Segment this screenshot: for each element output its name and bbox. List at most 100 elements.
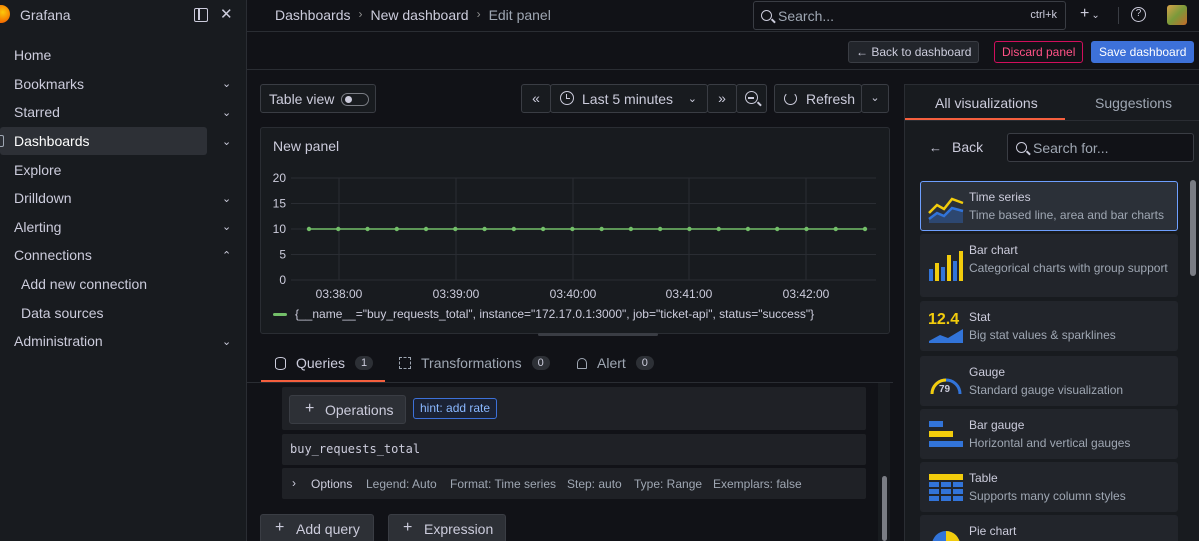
query-options-row[interactable]: › Options Legend: Auto Format: Time seri… xyxy=(282,468,866,499)
help-icon[interactable]: ? xyxy=(1131,7,1146,22)
viz-item-time-series[interactable]: Time series Time based line, area and ba… xyxy=(920,181,1178,231)
chevron-right-icon[interactable]: › xyxy=(292,476,296,490)
back-to-dashboard-button[interactable]: ← Back to dashboard xyxy=(848,41,980,63)
breadcrumb-dashboards[interactable]: Dashboards xyxy=(275,7,351,23)
top-bar: Dashboards › New dashboard › Edit panel … xyxy=(247,0,1199,32)
expression-label: Expression xyxy=(424,521,494,537)
refresh-button[interactable]: Refresh xyxy=(774,84,862,113)
y-tick-label: 15 xyxy=(273,197,287,211)
dashboards-icon xyxy=(0,135,4,148)
refresh-interval-dropdown[interactable]: ⌄ xyxy=(861,84,889,113)
breadcrumb-separator-icon: › xyxy=(476,7,481,21)
toggle-switch[interactable] xyxy=(341,93,369,106)
tab-all-visualizations[interactable]: All visualizations xyxy=(935,95,1038,111)
add-query-button[interactable]: + Add query xyxy=(260,514,374,541)
viz-item-gauge[interactable]: 79 Gauge Standard gauge visualization xyxy=(920,356,1178,406)
edit-actions-bar: ← Back to dashboard Discard panel Save d… xyxy=(247,32,1199,70)
hint-add-rate-button[interactable]: hint: add rate xyxy=(413,398,498,419)
chevron-down-icon[interactable]: ⌄ xyxy=(222,77,231,90)
data-point xyxy=(628,226,634,232)
viz-item-stat[interactable]: 12.4 Stat Big stat values & sparklines xyxy=(920,301,1178,351)
viz-item-bar-chart[interactable]: Bar chart Categorical charts with group … xyxy=(920,234,1178,297)
option-exemplars: Exemplars: false xyxy=(713,477,802,491)
data-point xyxy=(365,226,370,232)
query-expression-field[interactable]: buy_requests_total xyxy=(282,434,866,465)
sidebar-item-add-new-connection[interactable]: Add new connection xyxy=(0,270,247,299)
data-point xyxy=(599,226,604,232)
tab-queries[interactable]: Queries 1 xyxy=(275,355,374,371)
viz-item-pie-chart[interactable]: Pie chart xyxy=(920,515,1178,541)
time-shift-back-button[interactable]: « xyxy=(521,84,551,113)
chart-legend[interactable]: {__name__="buy_requests_total", instance… xyxy=(273,307,814,321)
viz-item-table[interactable]: Table Supports many column styles xyxy=(920,462,1178,512)
tab-suggestions[interactable]: Suggestions xyxy=(1095,95,1172,111)
x-tick-label: 03:41:00 xyxy=(666,287,713,301)
tab-alert[interactable]: Alert 0 xyxy=(577,355,654,371)
search-input[interactable]: Search... ctrl+k xyxy=(753,1,1066,30)
sidebar-item-starred[interactable]: Starred ⌄ xyxy=(0,98,247,127)
sidebar-item-label: Alerting xyxy=(14,218,62,235)
data-point xyxy=(716,226,721,232)
operations-button[interactable]: + Operations xyxy=(289,395,406,424)
discard-panel-button[interactable]: Discard panel xyxy=(994,41,1084,63)
dock-menu-icon[interactable] xyxy=(194,8,208,22)
chevron-down-icon[interactable]: ⌄ xyxy=(222,192,231,205)
options-label[interactable]: Options xyxy=(311,477,352,491)
sidebar-item-bookmarks[interactable]: Bookmarks ⌄ xyxy=(0,70,247,99)
bell-icon xyxy=(577,357,587,369)
table-view-toggle[interactable]: Table view xyxy=(260,84,376,113)
chevron-down-icon[interactable]: ⌄ xyxy=(222,106,231,119)
sidebar-item-dashboards[interactable]: Dashboards ⌄ xyxy=(0,126,231,156)
sidebar-item-explore[interactable]: Explore xyxy=(0,155,247,184)
sidebar-item-connections[interactable]: Connections ⌃ xyxy=(0,241,247,270)
visualization-search-input[interactable]: Search for... xyxy=(1007,133,1194,162)
chevron-down-icon: ⌄ xyxy=(1091,10,1100,21)
expression-button[interactable]: + Expression xyxy=(388,514,506,541)
breadcrumb-new-dashboard[interactable]: New dashboard xyxy=(371,7,469,23)
chevrons-left-icon: « xyxy=(532,90,540,106)
data-point xyxy=(306,226,312,232)
panel-preview[interactable]: New panel 20 15 10 5 0 03:38:00 03:39:00 03:40:… xyxy=(260,127,890,334)
viz-item-bar-gauge[interactable]: Bar gauge Horizontal and vertical gauges xyxy=(920,409,1178,459)
viz-item-desc: Supports many column styles xyxy=(969,489,1126,503)
sidebar-item-administration[interactable]: Administration ⌄ xyxy=(0,327,247,356)
chevron-down-icon[interactable]: ⌄ xyxy=(222,335,231,348)
back-button[interactable]: ← Back xyxy=(929,139,983,155)
grafana-logo-icon[interactable] xyxy=(0,5,10,23)
zoom-out-button[interactable] xyxy=(736,84,767,113)
data-point xyxy=(570,226,575,232)
chevron-down-icon[interactable]: ⌄ xyxy=(222,220,231,233)
save-dashboard-button[interactable]: Save dashboard xyxy=(1091,41,1195,63)
panel-resize-handle[interactable] xyxy=(538,333,658,336)
visualization-picker: All visualizations Suggestions ← Back Sea… xyxy=(904,84,1199,541)
data-point xyxy=(336,226,341,232)
sidebar-item-data-sources[interactable]: Data sources xyxy=(0,298,247,327)
close-menu-icon[interactable]: ✕ xyxy=(220,5,233,23)
time-range-picker[interactable]: Last 5 minutes ⌄ xyxy=(550,84,708,113)
chevron-up-icon[interactable]: ⌃ xyxy=(222,249,231,262)
sidebar-item-label: Explore xyxy=(14,161,62,178)
bar-chart-icon xyxy=(929,251,963,281)
data-point xyxy=(804,226,809,232)
sidebar-item-drilldown[interactable]: Drilldown ⌄ xyxy=(0,184,247,213)
data-point xyxy=(833,226,838,232)
time-series-chart[interactable]: 20 15 10 5 0 03:38:00 03:39:00 03:40:00 03:41:00… xyxy=(261,128,891,308)
plus-icon: + xyxy=(1080,5,1090,22)
time-shift-forward-button[interactable]: » xyxy=(707,84,737,113)
chevrons-right-icon: » xyxy=(718,90,726,106)
new-menu-button[interactable]: + ⌄ xyxy=(1080,5,1100,23)
tab-transformations[interactable]: Transformations 0 xyxy=(399,355,550,371)
chevron-down-icon[interactable]: ⌄ xyxy=(222,135,231,148)
data-point xyxy=(511,226,517,232)
legend-label: {__name__="buy_requests_total", instance… xyxy=(295,307,815,321)
sidebar-item-alerting[interactable]: Alerting ⌄ xyxy=(0,213,247,242)
sidebar-item-home[interactable]: Home xyxy=(0,41,247,70)
visualization-scrollbar-thumb[interactable] xyxy=(1190,180,1196,276)
sidebar-item-label: Data sources xyxy=(21,304,104,321)
plus-icon: + xyxy=(403,519,413,536)
tab-count-badge: 1 xyxy=(355,356,374,370)
viz-item-desc: Categorical charts with group support xyxy=(969,261,1168,275)
avatar[interactable] xyxy=(1167,5,1187,25)
data-point xyxy=(775,226,780,232)
query-scrollbar-thumb[interactable] xyxy=(882,476,887,541)
